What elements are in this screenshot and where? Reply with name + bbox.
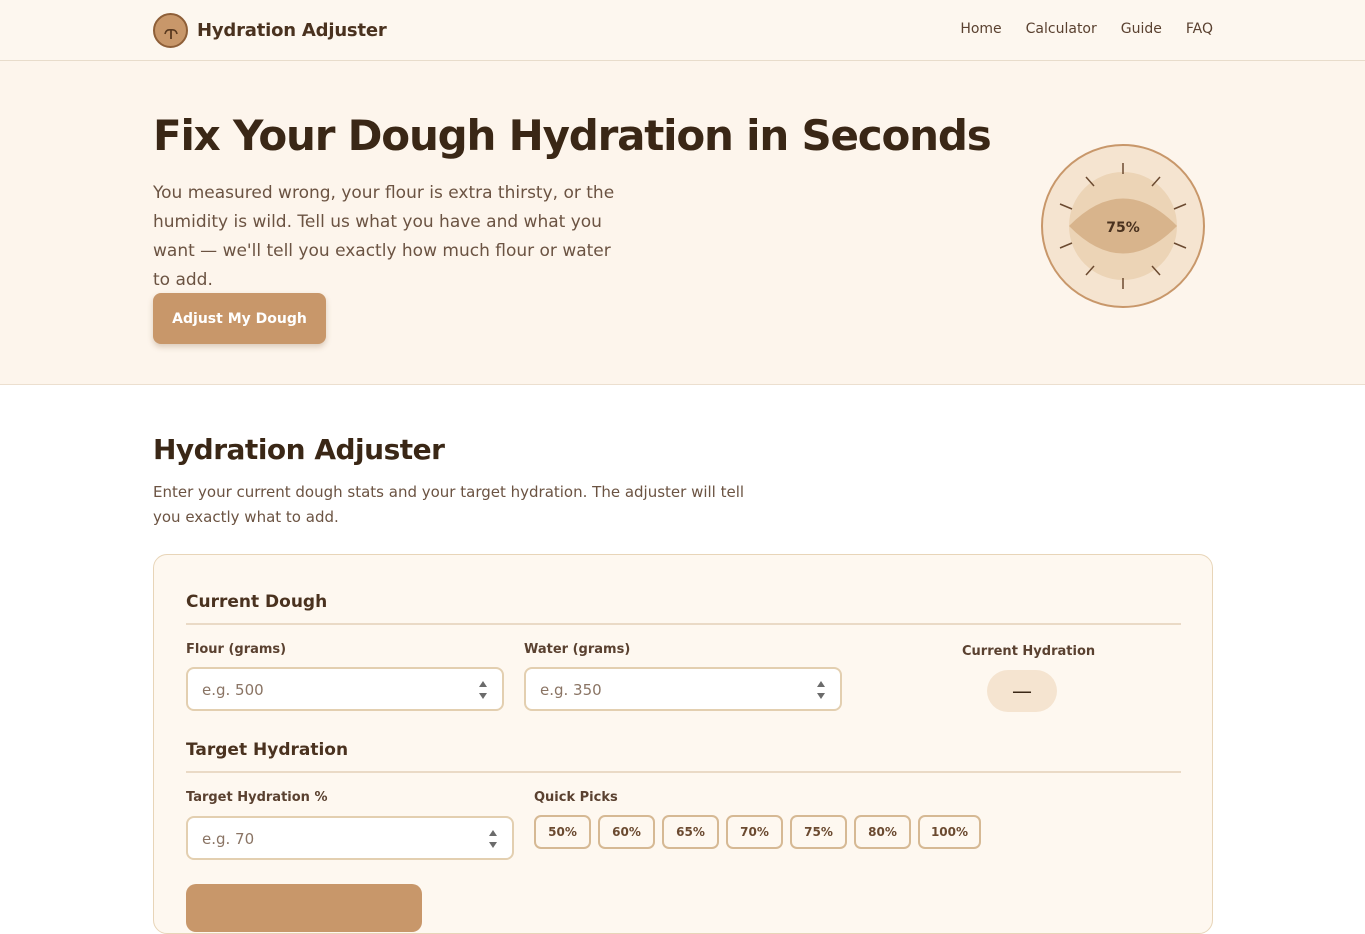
target-hydration-input[interactable]: e.g. 70 <box>186 816 514 860</box>
quick-pick-50[interactable]: 50% <box>534 815 591 849</box>
target-hydration-heading: Target Hydration <box>186 740 349 760</box>
quick-picks-label: Quick Picks <box>534 790 618 805</box>
flour-label: Flour (grams) <box>186 642 287 657</box>
divider <box>186 623 1181 625</box>
stepper-icon[interactable] <box>478 678 488 702</box>
stepper-icon[interactable] <box>816 678 826 702</box>
quick-pick-100[interactable]: 100% <box>918 815 981 849</box>
nav-links: Home Calculator Guide FAQ <box>960 21 1213 37</box>
brand-name: Hydration Adjuster <box>197 20 387 41</box>
current-hydration-label: Current Hydration <box>962 644 1096 659</box>
stepper-icon[interactable] <box>488 827 498 851</box>
adjuster-card: Current Dough Flour (grams) e.g. 500 Wat… <box>153 554 1213 934</box>
nav-link-calculator[interactable]: Calculator <box>1026 21 1097 37</box>
nav-link-faq[interactable]: FAQ <box>1186 21 1213 37</box>
current-hydration-value: — <box>987 670 1057 712</box>
flour-placeholder: e.g. 500 <box>202 681 264 699</box>
quick-pick-65[interactable]: 65% <box>662 815 719 849</box>
target-placeholder: e.g. 70 <box>202 830 255 848</box>
wheat-sprout-icon <box>153 13 188 48</box>
quick-pick-70[interactable]: 70% <box>726 815 783 849</box>
divider <box>186 771 1181 773</box>
water-input[interactable]: e.g. 350 <box>524 667 842 711</box>
adjuster-title: Hydration Adjuster <box>153 433 445 466</box>
quick-picks: 50% 60% 65% 70% 75% 80% 100% <box>534 815 981 849</box>
hydration-gauge-graphic: 75% <box>1041 144 1205 308</box>
calculate-button[interactable] <box>186 884 422 932</box>
quick-pick-80[interactable]: 80% <box>854 815 911 849</box>
hero-title: Fix Your Dough Hydration in Seconds <box>153 111 992 160</box>
flour-input[interactable]: e.g. 500 <box>186 667 504 711</box>
quick-pick-60[interactable]: 60% <box>598 815 655 849</box>
brand[interactable]: Hydration Adjuster <box>153 13 387 48</box>
target-label: Target Hydration % <box>186 790 328 805</box>
adjuster-description: Enter your current dough stats and your … <box>153 483 745 526</box>
water-placeholder: e.g. 350 <box>540 681 602 699</box>
nav-link-home[interactable]: Home <box>960 21 1001 37</box>
top-nav: Hydration Adjuster Home Calculator Guide… <box>0 0 1365 61</box>
nav-link-guide[interactable]: Guide <box>1121 21 1162 37</box>
hero-section: Fix Your Dough Hydration in Seconds You … <box>0 61 1365 385</box>
quick-pick-75[interactable]: 75% <box>790 815 847 849</box>
water-label: Water (grams) <box>524 642 631 657</box>
adjust-dough-button[interactable]: Adjust My Dough <box>153 293 326 344</box>
current-dough-heading: Current Dough <box>186 592 328 612</box>
gauge-value: 75% <box>1106 220 1140 236</box>
hero-subtitle: You measured wrong, your flour is extra … <box>153 183 615 290</box>
